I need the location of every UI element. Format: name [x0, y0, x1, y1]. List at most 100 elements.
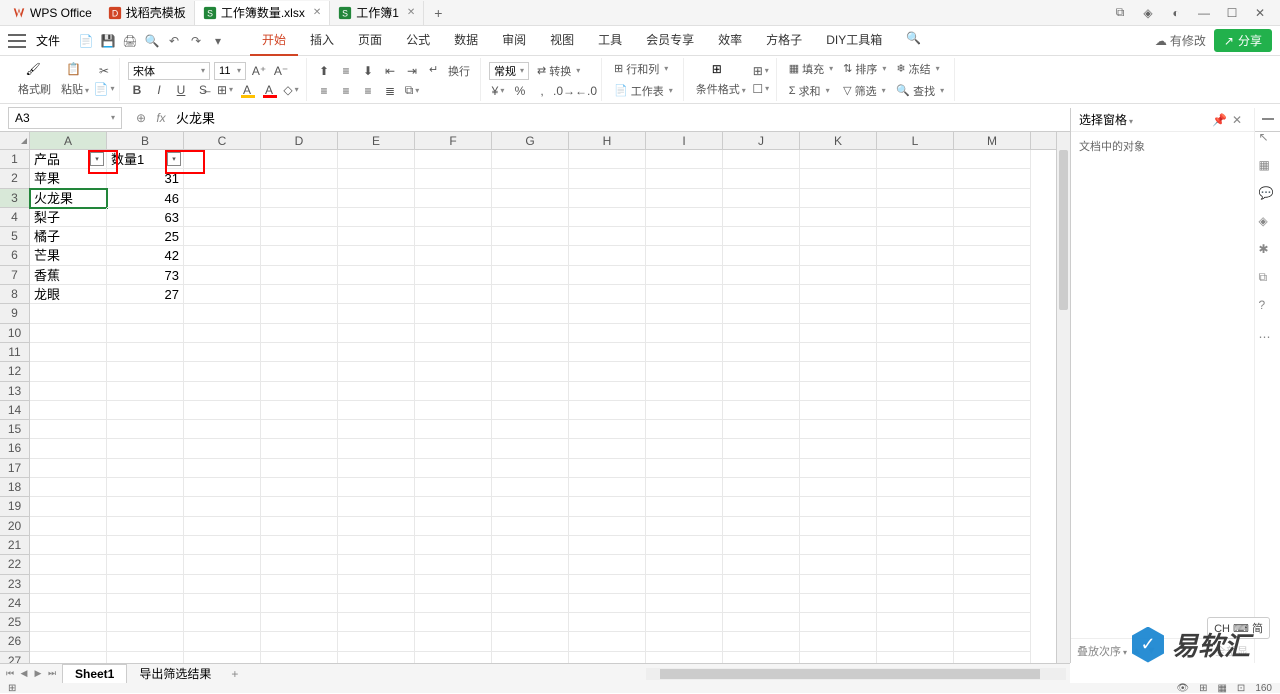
align-middle-icon[interactable]: ≡	[337, 63, 355, 79]
cell[interactable]	[338, 208, 415, 227]
cell[interactable]	[723, 652, 800, 663]
cell[interactable]	[338, 594, 415, 613]
cell[interactable]	[800, 343, 877, 362]
cell[interactable]	[800, 382, 877, 401]
cell[interactable]	[569, 613, 646, 632]
cell[interactable]	[261, 536, 338, 555]
pin-icon[interactable]: 📌	[1212, 113, 1226, 127]
chat-icon[interactable]: 💬	[1259, 186, 1277, 204]
new-icon[interactable]: 📄	[78, 33, 94, 49]
cell[interactable]	[723, 613, 800, 632]
cell[interactable]	[646, 227, 723, 246]
cell[interactable]: 芒果	[30, 246, 107, 265]
cell[interactable]	[184, 478, 261, 497]
cell[interactable]	[338, 613, 415, 632]
cell[interactable]	[30, 362, 107, 381]
cell[interactable]	[30, 459, 107, 478]
row-head[interactable]: 13	[0, 382, 30, 401]
col-head-m[interactable]: M	[954, 132, 1031, 149]
cell[interactable]	[30, 324, 107, 343]
cell[interactable]	[492, 652, 569, 663]
cell[interactable]	[569, 169, 646, 188]
cell[interactable]	[30, 594, 107, 613]
cell[interactable]	[107, 517, 184, 536]
cell[interactable]	[954, 401, 1031, 420]
cell[interactable]	[954, 478, 1031, 497]
cell[interactable]	[800, 575, 877, 594]
cell[interactable]	[877, 150, 954, 169]
cell[interactable]	[261, 459, 338, 478]
filter-button[interactable]: ▽ 筛选	[839, 81, 890, 101]
cell[interactable]	[569, 382, 646, 401]
align-right-icon[interactable]: ≡	[359, 83, 377, 99]
cell[interactable]	[30, 613, 107, 632]
cell[interactable]	[492, 594, 569, 613]
cell[interactable]	[492, 613, 569, 632]
zoom-value[interactable]: 160	[1255, 683, 1272, 694]
cell[interactable]	[800, 420, 877, 439]
file-menu[interactable]: 文件	[30, 30, 66, 51]
number-format-select[interactable]: 常规	[489, 62, 529, 80]
cell[interactable]	[569, 652, 646, 663]
sort-button[interactable]: ⇅ 排序	[839, 59, 890, 79]
cell[interactable]	[646, 420, 723, 439]
cell[interactable]	[184, 266, 261, 285]
cell[interactable]	[30, 575, 107, 594]
cut-icon[interactable]: ✂	[95, 63, 113, 79]
cell[interactable]	[646, 285, 723, 304]
cell[interactable]	[415, 459, 492, 478]
cell[interactable]	[569, 632, 646, 651]
cell[interactable]	[492, 555, 569, 574]
row-head[interactable]: 25	[0, 613, 30, 632]
print-icon[interactable]: 🖨	[122, 33, 138, 49]
cell[interactable]	[800, 189, 877, 208]
cell[interactable]	[30, 536, 107, 555]
strike-icon[interactable]: S̶	[194, 82, 212, 98]
cell[interactable]	[107, 324, 184, 343]
eye-icon[interactable]: 👁	[1176, 683, 1189, 694]
cell[interactable]: 31	[107, 169, 184, 188]
cell[interactable]	[954, 324, 1031, 343]
cell[interactable]	[877, 189, 954, 208]
cell[interactable]	[723, 304, 800, 323]
cell[interactable]	[646, 536, 723, 555]
cell[interactable]	[184, 517, 261, 536]
cell[interactable]	[800, 285, 877, 304]
cell[interactable]	[338, 517, 415, 536]
menu-tab-view[interactable]: 视图	[538, 25, 586, 56]
cell[interactable]	[723, 246, 800, 265]
align-top-icon[interactable]: ⬆	[315, 63, 333, 79]
cell[interactable]	[184, 459, 261, 478]
view-normal-icon[interactable]: ⊞	[1199, 683, 1207, 694]
cell[interactable]	[954, 536, 1031, 555]
cell[interactable]	[723, 169, 800, 188]
cell[interactable]	[954, 266, 1031, 285]
filter-dropdown-icon[interactable]: ▾	[167, 152, 181, 166]
cell[interactable]	[261, 517, 338, 536]
cell[interactable]	[877, 652, 954, 663]
cell[interactable]	[107, 555, 184, 574]
font-select[interactable]: 宋体	[128, 62, 210, 80]
cell[interactable]	[877, 536, 954, 555]
increase-font-icon[interactable]: A⁺	[250, 63, 268, 79]
cell[interactable]: 46	[107, 189, 184, 208]
cell[interactable]	[646, 382, 723, 401]
cell[interactable]: 数量1▾	[107, 150, 184, 169]
col-head-c[interactable]: C	[184, 132, 261, 149]
cell[interactable]: 产品▾	[30, 150, 107, 169]
cell[interactable]	[184, 420, 261, 439]
cell[interactable]	[646, 632, 723, 651]
cell[interactable]	[723, 227, 800, 246]
cell[interactable]	[877, 478, 954, 497]
cell[interactable]	[569, 189, 646, 208]
cell[interactable]: 27	[107, 285, 184, 304]
menu-tab-fangge[interactable]: 方格子	[754, 25, 814, 56]
cell[interactable]	[338, 285, 415, 304]
cell[interactable]	[261, 555, 338, 574]
cell[interactable]	[30, 517, 107, 536]
row-head[interactable]: 4	[0, 208, 30, 227]
cell[interactable]	[877, 266, 954, 285]
cell[interactable]	[415, 208, 492, 227]
cell[interactable]	[954, 632, 1031, 651]
cell[interactable]	[569, 594, 646, 613]
